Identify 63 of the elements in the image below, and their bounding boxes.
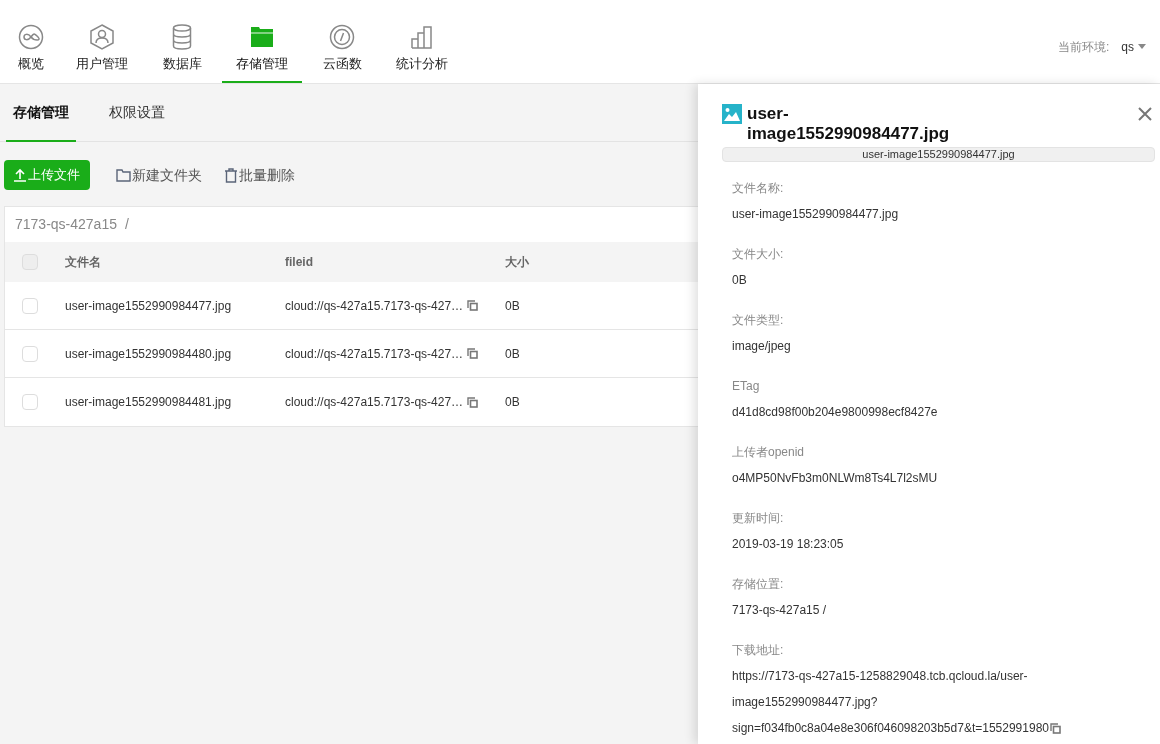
nav-tab[interactable]: 概览 [0, 23, 62, 83]
upload-icon [14, 168, 26, 182]
trash-icon [224, 167, 238, 183]
bar-chart-icon [411, 25, 433, 49]
folder-icon [116, 168, 131, 182]
field-value: https://7173-qs-427a15-1258829048.tcb.qcloud.la/user-image1552990984477.jpg?sign=f034fb0c8a04e8e306f046098203b5d7&t=1552991980 [732, 669, 1049, 735]
row-checkbox[interactable] [22, 394, 38, 410]
folder-icon [251, 26, 273, 48]
user-icon [90, 24, 114, 50]
caret-icon [1138, 43, 1146, 50]
environment-dropdown[interactable]: qs [1121, 37, 1146, 56]
column-header: fileid [285, 254, 314, 271]
field-value: 2019-03-19 18:23:05 [732, 537, 844, 551]
field-value: 7173-qs-427a15 / [732, 603, 827, 617]
copy-icon[interactable] [467, 396, 479, 408]
infinity-icon [18, 24, 44, 50]
sub-tab[interactable]: 权限设置 [102, 84, 172, 142]
field-value: user-image1552990984477.jpg [732, 207, 899, 221]
copy-icon[interactable] [467, 300, 479, 311]
file-id-cell-text: cloud://qs-427a15.7173-qs-427… [285, 394, 464, 411]
row-checkbox[interactable] [22, 297, 38, 314]
field-label: 更新时间: [732, 510, 785, 527]
field-value: o4MP50NvFb3m0NLWm8Ts4L7l2sMU [732, 471, 938, 485]
nav-tab[interactable]: 用户管理 [62, 23, 142, 83]
column-header: 文件名 [65, 254, 102, 271]
file-preview-bar: user-image1552990984477.jpg [722, 147, 1155, 162]
file-size-cell-text: 0B [505, 345, 521, 363]
breadcrumb-separator: / [125, 215, 129, 234]
nav-tab[interactable]: 云函数 [302, 23, 382, 83]
sub-tab[interactable]: 存储管理 [6, 84, 76, 142]
file-id-cell-text: cloud://qs-427a15.7173-qs-427… [285, 345, 464, 363]
field-value: image/jpeg [732, 339, 791, 353]
nav-tab[interactable]: 数据库 [142, 23, 222, 83]
new-folder-button[interactable]: 新建文件夹 [116, 164, 202, 186]
copy-icon[interactable] [467, 348, 479, 359]
image-file-icon [722, 104, 742, 124]
field-value: 0B [732, 273, 747, 287]
field-label: 下载地址: [732, 642, 785, 659]
file-size-cell-text: 0B [505, 394, 521, 411]
field-label: 上传者openid [732, 444, 806, 461]
field-label: 文件大小: [732, 246, 785, 263]
database-icon [172, 24, 192, 50]
field-label: 存储位置: [732, 576, 785, 593]
field-label: 文件类型: [732, 312, 785, 329]
field-label: ETag [732, 378, 761, 395]
nav-tab[interactable]: 统计分析 [382, 23, 462, 83]
close-button[interactable] [1138, 106, 1154, 122]
field-label: 文件名称: [732, 180, 785, 197]
row-checkbox[interactable] [22, 345, 38, 362]
close-icon [1138, 107, 1152, 121]
batch-delete-button[interactable]: 批量删除 [224, 164, 295, 186]
file-name-cell-text: user-image1552990984480.jpg [65, 345, 233, 363]
environment-label: 当前环境: [1057, 38, 1110, 56]
column-header: 大小 [505, 254, 530, 271]
copy-icon[interactable] [1050, 723, 1061, 734]
file-name-cell-text: user-image1552990984481.jpg [65, 394, 233, 411]
field-value: d41d8cd98f00b204e9800998ecf8427e [732, 405, 938, 419]
file-id-cell-text: cloud://qs-427a15.7173-qs-427… [285, 297, 464, 315]
breadcrumb-link[interactable]: 7173-qs-427a15 [15, 214, 117, 235]
code-icon [329, 24, 355, 50]
file-name-cell-text: user-image1552990984477.jpg [65, 297, 233, 315]
file-size-cell-text: 0B [505, 297, 521, 315]
drawer-title: user-image1552990984477.jpg [747, 104, 951, 144]
